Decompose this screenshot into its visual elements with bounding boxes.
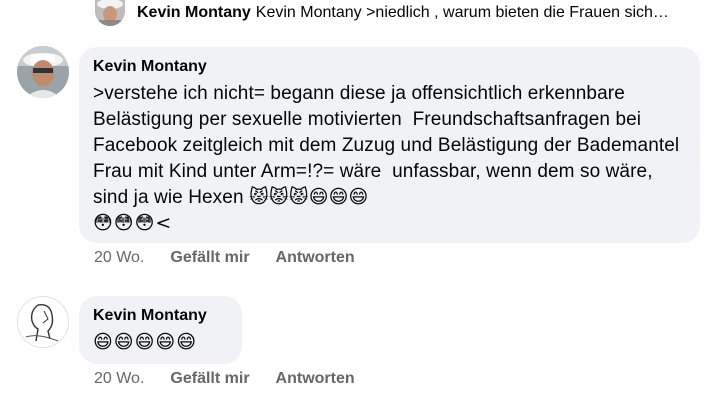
comment-actions: 20 Wo. Gefällt mir Antworten [94, 249, 355, 267]
preview-author[interactable]: Kevin Montany [137, 4, 251, 22]
avatar[interactable] [17, 296, 69, 348]
reply-button[interactable]: Antworten [276, 249, 355, 267]
sketch-profile-icon [18, 297, 68, 347]
comment-author[interactable]: Kevin Montany [93, 57, 688, 77]
comment-text-tail: 😳😳😳< [93, 212, 173, 234]
reply-button[interactable]: Antworten [276, 370, 355, 388]
avatar [95, 0, 125, 26]
avatar[interactable] [17, 46, 69, 98]
like-button[interactable]: Gefällt mir [170, 370, 249, 388]
comment-timestamp[interactable]: 20 Wo. [94, 370, 144, 388]
comment-text: >verstehe ich nicht= begann diese ja off… [93, 83, 685, 208]
comment-timestamp[interactable]: 20 Wo. [94, 249, 144, 267]
profile-photo-icon [17, 46, 69, 98]
comment-actions: 20 Wo. Gefällt mir Antworten [94, 370, 355, 388]
preview-text: Kevin Montany >niedlich , warum bieten d… [255, 4, 669, 21]
avatar-photo-icon [95, 0, 125, 26]
comment-bubble: Kevin Montany >verstehe ich nicht= began… [79, 47, 700, 243]
comment-author[interactable]: Kevin Montany [93, 306, 230, 326]
comment-text: 😄😄😄😄😄 [93, 331, 198, 353]
comment-bubble: Kevin Montany 😄😄😄😄😄 [79, 296, 242, 364]
like-button[interactable]: Gefällt mir [170, 249, 249, 267]
reply-preview[interactable]: Kevin Montany Kevin Montany >niedlich , … [95, 0, 715, 26]
